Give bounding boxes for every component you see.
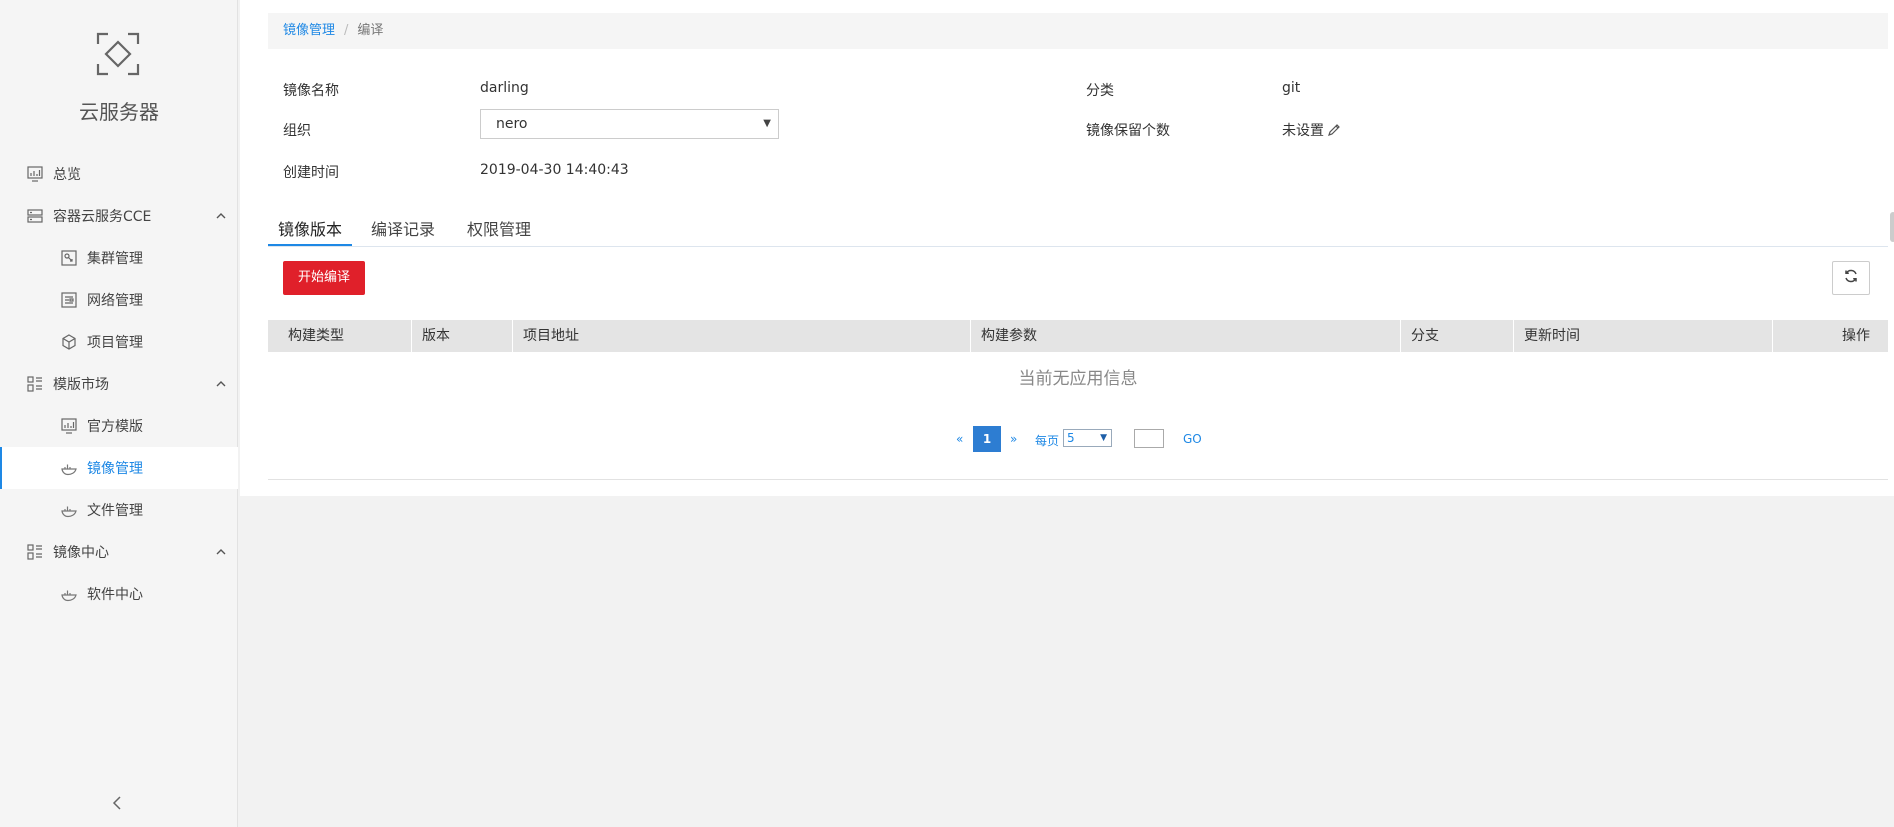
column-header: 项目地址 xyxy=(512,320,970,352)
chevron-up-icon xyxy=(214,545,228,559)
created-time-value: 2019-04-30 14:40:43 xyxy=(480,162,629,178)
pagination-prev[interactable]: « xyxy=(956,432,963,446)
breadcrumb-current: 编译 xyxy=(357,23,384,38)
column-header: 版本 xyxy=(411,320,512,352)
column-header: 更新时间 xyxy=(1513,320,1772,352)
sidebar-item-label: 镜像管理 xyxy=(87,461,143,477)
start-build-button[interactable]: 开始编译 xyxy=(283,261,365,295)
category-label: 分类 xyxy=(1086,83,1114,99)
breadcrumb: 镜像管理 / 编译 xyxy=(268,13,1888,49)
sidebar-item-label: 文件管理 xyxy=(87,503,143,519)
table-header: 构建类型 版本 项目地址 构建参数 分支 更新时间 操作 xyxy=(268,320,1888,352)
sidebar-item-template-market[interactable]: 模版市场 xyxy=(0,363,238,405)
sidebar-item-label: 模版市场 xyxy=(53,377,109,393)
cluster-icon xyxy=(60,249,78,267)
whale-icon xyxy=(60,501,78,519)
org-select[interactable]: nero ▼ xyxy=(480,109,779,139)
sidebar-item-network[interactable]: 网络管理 xyxy=(0,279,238,321)
table-empty-message: 当前无应用信息 xyxy=(1018,369,1138,389)
column-header: 分支 xyxy=(1400,320,1513,352)
logo-icon xyxy=(96,32,140,76)
dropdown-arrow-icon: ▼ xyxy=(1100,433,1107,443)
scrollbar-handle[interactable] xyxy=(1890,212,1894,242)
grid-icon xyxy=(26,375,44,393)
column-header: 操作 xyxy=(1772,320,1888,352)
image-name-value: darling xyxy=(480,80,529,96)
page-go-button[interactable]: GO xyxy=(1183,432,1202,446)
main-content: 镜像管理 / 编译 镜像名称 darling 组织 nero ▼ 创建时间 2019… xyxy=(240,0,1894,496)
network-icon xyxy=(60,291,78,309)
per-page-select[interactable]: 5 ▼ xyxy=(1063,429,1112,447)
sidebar-item-label: 网络管理 xyxy=(87,293,143,309)
sidebar-item-label: 总览 xyxy=(53,167,81,183)
pencil-icon[interactable] xyxy=(1327,123,1341,137)
divider xyxy=(268,479,1888,480)
sidebar-item-image-center[interactable]: 镜像中心 xyxy=(0,531,238,573)
column-header: 构建参数 xyxy=(970,320,1400,352)
refresh-button[interactable] xyxy=(1832,261,1870,295)
org-label: 组织 xyxy=(283,123,311,139)
server-icon xyxy=(26,207,44,225)
per-page-label: 每页 xyxy=(1035,434,1060,448)
pagination-next[interactable]: » xyxy=(1010,432,1017,446)
retain-count-label: 镜像保留个数 xyxy=(1086,123,1170,139)
cube-icon xyxy=(60,333,78,351)
grid-icon xyxy=(26,543,44,561)
sidebar-item-cce[interactable]: 容器云服务CCE xyxy=(0,195,238,237)
chevron-up-icon xyxy=(214,209,228,223)
brand-name: 云服务器 xyxy=(79,100,159,124)
sidebar-item-official-template[interactable]: 官方模版 xyxy=(0,405,238,447)
per-page-value: 5 xyxy=(1067,431,1075,445)
whale-icon xyxy=(60,459,78,477)
dropdown-arrow-icon: ▼ xyxy=(763,118,771,129)
tab-permissions[interactable]: 权限管理 xyxy=(464,216,534,246)
sidebar-item-image-management[interactable]: 镜像管理 xyxy=(0,447,238,489)
retain-count-text: 未设置 xyxy=(1282,123,1324,139)
sidebar-item-label: 软件中心 xyxy=(87,587,143,603)
sidebar: 云服务器 总览 容器云服务CCE 集群管理 网络管理 项目管理 模版市场 官方模… xyxy=(0,0,238,827)
image-name-label: 镜像名称 xyxy=(283,83,339,99)
breadcrumb-separator: / xyxy=(344,23,349,38)
pagination-current-page[interactable]: 1 xyxy=(973,426,1001,452)
sidebar-item-label: 集群管理 xyxy=(87,251,143,267)
column-header: 构建类型 xyxy=(288,328,344,344)
monitor-chart-icon xyxy=(26,165,44,183)
sidebar-nav: 总览 容器云服务CCE 集群管理 网络管理 项目管理 模版市场 官方模版 镜像管… xyxy=(0,153,238,615)
category-value: git xyxy=(1282,80,1301,96)
tab-image-versions[interactable]: 镜像版本 xyxy=(268,216,352,246)
sidebar-item-label: 官方模版 xyxy=(87,419,143,435)
breadcrumb-image-management[interactable]: 镜像管理 xyxy=(283,23,335,38)
sidebar-item-label: 容器云服务CCE xyxy=(53,209,152,225)
sidebar-item-label: 项目管理 xyxy=(87,335,143,351)
sidebar-item-software-center[interactable]: 软件中心 xyxy=(0,573,238,615)
sidebar-item-project[interactable]: 项目管理 xyxy=(0,321,238,363)
org-select-value: nero xyxy=(496,116,528,132)
sidebar-item-file-management[interactable]: 文件管理 xyxy=(0,489,238,531)
sidebar-item-overview[interactable]: 总览 xyxy=(0,153,238,195)
sidebar-item-cluster[interactable]: 集群管理 xyxy=(0,237,238,279)
page-jump-input[interactable] xyxy=(1134,429,1164,448)
chevron-up-icon xyxy=(214,377,228,391)
sidebar-item-label: 镜像中心 xyxy=(53,545,109,561)
refresh-icon xyxy=(1843,268,1859,288)
collapse-sidebar-icon[interactable] xyxy=(110,795,126,811)
monitor-chart-icon xyxy=(60,417,78,435)
tab-build-records[interactable]: 编译记录 xyxy=(368,216,438,246)
tab-bar: 镜像版本 编译记录 权限管理 xyxy=(268,216,1888,247)
created-time-label: 创建时间 xyxy=(283,165,339,181)
whale-icon xyxy=(60,585,78,603)
retain-count-value: 未设置 xyxy=(1282,120,1341,140)
